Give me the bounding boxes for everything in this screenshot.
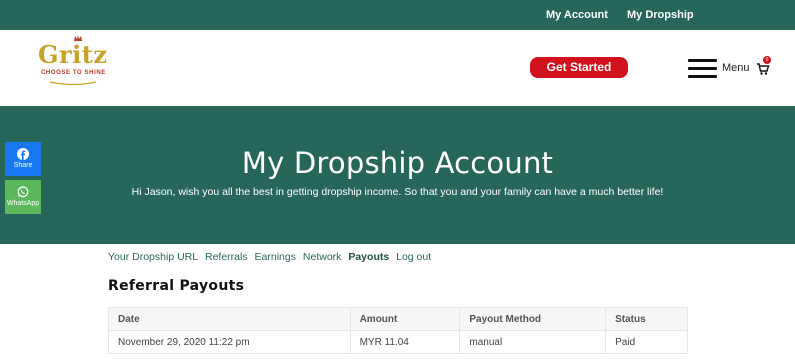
tab-referrals[interactable]: Referrals [205, 251, 248, 263]
top-link-my-dropship[interactable]: My Dropship [627, 9, 694, 21]
page-title: My Dropship Account [241, 146, 554, 180]
tab-your-dropship-url[interactable]: Your Dropship URL [108, 251, 198, 263]
gritz-logo[interactable]: Gritz CHOOSE TO SHINE [38, 35, 118, 86]
column-header-date: Date [108, 307, 351, 331]
tab-log-out[interactable]: Log out [396, 251, 431, 263]
top-bar: My Account My Dropship [0, 0, 795, 30]
menu-label[interactable]: Menu [722, 62, 750, 74]
top-link-my-account[interactable]: My Account [546, 9, 608, 21]
payout-status: Paid [605, 330, 688, 354]
hero-banner: My Dropship Account Hi Jason, wish you a… [0, 106, 795, 244]
column-header-payout-method: Payout Method [459, 307, 607, 331]
cart-count-badge: 0 [763, 56, 771, 64]
section-title: Referral Payouts [108, 278, 245, 294]
payout-amount: MYR 11.04 [349, 330, 461, 354]
swoosh-icon [49, 81, 97, 86]
column-header-amount: Amount [349, 307, 461, 331]
cart-icon [757, 63, 770, 75]
tab-network[interactable]: Network [303, 251, 342, 263]
account-tabs: Your Dropship URL Referrals Earnings Net… [108, 251, 435, 265]
whatsapp-icon [17, 186, 29, 198]
facebook-icon [17, 148, 29, 160]
payout-method: manual [459, 330, 607, 354]
facebook-share-button[interactable]: Share [5, 142, 41, 176]
cart-button[interactable]: 0 [756, 56, 774, 77]
logo-wordmark: Gritz [38, 40, 108, 69]
table-row: November 29, 2020 11:22 pm MYR 11.04 man… [108, 330, 688, 354]
payout-date: November 29, 2020 11:22 pm [108, 330, 351, 354]
logo-tagline: CHOOSE TO SHINE [41, 70, 106, 76]
column-header-status: Status [605, 307, 688, 331]
tab-earnings[interactable]: Earnings [255, 251, 296, 263]
payouts-table: Date Amount Payout Method Status Novembe… [108, 307, 688, 354]
whatsapp-share-label: WhatsApp [6, 200, 40, 207]
facebook-share-label: Share [13, 162, 33, 169]
whatsapp-share-button[interactable]: WhatsApp [5, 180, 41, 214]
welcome-message: Hi Jason, wish you all the best in getti… [131, 186, 664, 198]
hamburger-menu-icon[interactable] [688, 58, 718, 78]
table-header-row: Date Amount Payout Method Status [108, 307, 688, 331]
get-started-button[interactable]: Get Started [530, 57, 628, 78]
site-header: Gritz CHOOSE TO SHINE Get Started Menu 0 [0, 30, 795, 106]
tab-payouts[interactable]: Payouts [348, 251, 389, 263]
